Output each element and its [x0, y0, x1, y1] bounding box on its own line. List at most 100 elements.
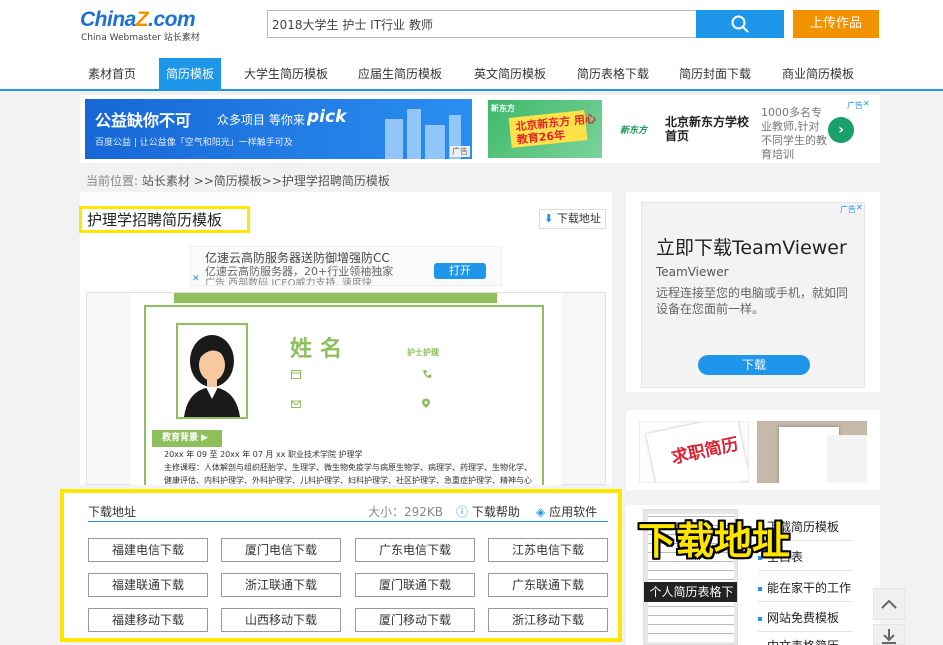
- resume-section-education: 教育背景 ▶: [152, 430, 222, 447]
- search-input[interactable]: 2018大学生 护士 IT行业 教师: [267, 10, 697, 38]
- resume-preview[interactable]: 姓名 护士护理 教育背景 ▶ 20xx 年 09 至 20xx 年 07 月 x…: [130, 293, 562, 485]
- download-heading: 下载地址: [88, 505, 137, 519]
- upload-button[interactable]: 上传作品: [793, 10, 879, 38]
- nav-item-resume-table[interactable]: 简历表格下载: [569, 58, 657, 91]
- xdf-logo: 新东方: [620, 126, 648, 136]
- download-mirror-button[interactable]: 厦门联通下载: [355, 573, 475, 597]
- download-mirror-button[interactable]: 厦门移动下载: [355, 608, 475, 632]
- divider: [758, 570, 853, 571]
- phone-icon: [423, 370, 432, 378]
- breadcrumb-path[interactable]: 站长素材 >>简历模板>>护理学招聘简历模板: [142, 174, 390, 188]
- ad-thumbnail: 新东方 北京新东方 用心教育26年: [488, 100, 602, 158]
- download-overlay-label: 下载地址: [638, 519, 791, 563]
- nav-item-college-resume[interactable]: 大学生简历模板: [236, 58, 336, 91]
- ad-tagline: 百度公益 | 让公益像「空气和阳光」一样触手可及: [95, 138, 293, 148]
- nav-item-english-resume[interactable]: 英文简历模板: [466, 58, 554, 91]
- logo-brand: ChinaZ.com: [80, 8, 196, 31]
- xdf-ad-banner[interactable]: 新东方 北京新东方 用心教育26年 新东方 北京新东方学校首页 1000多名专业…: [487, 99, 874, 161]
- download-anchor-link[interactable]: ⬇ 下载地址: [539, 209, 606, 229]
- download-arrow-icon: ⬇: [544, 212, 554, 225]
- back-to-top-button[interactable]: [873, 588, 905, 620]
- avatar: [176, 323, 248, 419]
- ad-tag: 广告: [450, 146, 470, 157]
- resume-row: 主修课程：人体解剖与组织胚胎学、生理学、微生物免疫学与病原生物学、病理学、药理学…: [164, 463, 532, 472]
- cloud-server-ad[interactable]: 亿速云高防服务器送防御增强防CC 亿速云高防服务器，20+行业领袖独家 广告 西…: [190, 246, 502, 286]
- thumb-page: [827, 435, 867, 483]
- help-icon: ⓘ: [456, 505, 469, 519]
- side-download-button[interactable]: [873, 624, 905, 645]
- main-nav: 素材首页 简历模板 大学生简历模板 应届生简历模板 英文简历模板 简历表格下载 …: [0, 55, 943, 91]
- related-template-thumb[interactable]: [757, 421, 867, 483]
- download-mirror-button[interactable]: 浙江联通下载: [221, 573, 341, 597]
- nav-item-graduate-resume[interactable]: 应届生简历模板: [350, 58, 450, 91]
- charity-ad-banner[interactable]: 公益缺你不可 众多项目 等你来 pick 百度公益 | 让公益像「空气和阳光」一…: [85, 99, 472, 159]
- download-help-link[interactable]: ⓘ 下载帮助: [456, 503, 520, 520]
- related-link[interactable]: 中文表格简历: [758, 637, 839, 645]
- related-image-caption: 个人简历表格下: [644, 582, 737, 602]
- resume-job-title: 护士护理: [407, 348, 439, 357]
- teamviewer-ad[interactable]: 广告 ✕ 立即下载TeamViewer TeamViewer 远程连接至您的电脑…: [641, 202, 865, 388]
- download-mirror-button[interactable]: 福建电信下载: [88, 538, 208, 562]
- resume-row: 健康评估、内科护理学、外科护理学、儿科护理学、妇科护理学、社区护理学、急重症护理…: [164, 476, 532, 485]
- download-mirror-button[interactable]: 福建联通下载: [88, 573, 208, 597]
- download-panel: 下载地址 大小：292KB ⓘ 下载帮助 ◈ 应用软件 福建电信下载 厦门电信下…: [60, 489, 622, 642]
- download-mirror-button[interactable]: 广东电信下载: [355, 538, 475, 562]
- resume-name: 姓名: [290, 337, 351, 362]
- ad-brand: pick: [307, 107, 347, 127]
- download-mirror-button[interactable]: 山西移动下载: [221, 608, 341, 632]
- resume-row: 20xx 年 09 至 20xx 年 07 月 xx 职业技术学院 护理学: [164, 450, 363, 459]
- download-anchor-label: 下载地址: [556, 212, 601, 225]
- download-mirror-button[interactable]: 厦门电信下载: [221, 538, 341, 562]
- download-mirror-button[interactable]: 广东联通下载: [488, 573, 608, 597]
- open-button[interactable]: 打开: [434, 263, 486, 279]
- thumb-page: 求职简历: [646, 422, 748, 482]
- mail-icon: [291, 400, 301, 408]
- divider: [88, 521, 608, 522]
- chevron-right-icon[interactable]: ›: [828, 117, 854, 143]
- search-button[interactable]: [696, 10, 784, 38]
- ad-tag: 广告: [847, 101, 863, 110]
- nav-item-resume-templates[interactable]: 简历模板: [159, 58, 221, 91]
- calendar-icon: [291, 370, 301, 379]
- download-mirror-button[interactable]: 江苏电信下载: [488, 538, 608, 562]
- ad-tag: 广告: [840, 205, 856, 214]
- download-mirror-button[interactable]: 浙江移动下载: [488, 608, 608, 632]
- thumb-logo: 新东方: [491, 104, 515, 113]
- related-link[interactable]: 能在家干的工作: [758, 579, 851, 596]
- ad-title: 公益缺你不可: [95, 111, 192, 130]
- ad-download-button[interactable]: 下载: [698, 355, 810, 375]
- ad-description: 远程连接至您的电脑或手机，就如同设备在您面前一样。: [656, 286, 849, 316]
- search-icon: [731, 15, 749, 33]
- ad-description: 1000多名专业教师,针对不同学生的教育培训: [761, 106, 827, 161]
- breadcrumb: 当前位置: 站长素材 >>简历模板>>护理学招聘简历模板: [86, 172, 390, 189]
- building-graphic: [425, 125, 445, 159]
- resume-top-bar: [174, 293, 497, 303]
- ad-subtitle: 众多项目 等你来: [217, 113, 305, 127]
- page-title: 护理学招聘简历模板: [79, 206, 250, 233]
- download-icon: [882, 629, 896, 644]
- building-graphic: [385, 119, 403, 159]
- close-icon[interactable]: ✕: [863, 99, 870, 108]
- divider: [758, 631, 853, 632]
- related-template-thumb[interactable]: 求职简历: [639, 421, 749, 483]
- ad-brand: TeamViewer: [656, 265, 729, 279]
- download-mirror-button[interactable]: 福建移动下载: [88, 608, 208, 632]
- package-icon: ◈: [536, 505, 546, 519]
- divider: [758, 601, 853, 602]
- file-size: 大小：292KB: [368, 505, 444, 519]
- ad-headline: 立即下载TeamViewer: [656, 237, 847, 259]
- nav-item-business-resume[interactable]: 商业简历模板: [774, 58, 862, 91]
- chevron-up-icon: [881, 599, 897, 609]
- ad-title: 北京新东方学校首页: [665, 115, 750, 143]
- thumb-title: 求职简历: [669, 434, 741, 469]
- close-icon[interactable]: ✕: [856, 203, 863, 212]
- close-icon[interactable]: ✕: [192, 274, 200, 284]
- logo-subtitle: China Webmaster 站长素材: [81, 33, 200, 43]
- nav-item-home[interactable]: 素材首页: [80, 58, 144, 91]
- nav-item-resume-cover[interactable]: 简历封面下载: [671, 58, 759, 91]
- site-logo[interactable]: ChinaZ.com China Webmaster 站长素材: [80, 8, 205, 43]
- location-icon: [422, 398, 430, 408]
- app-software-link[interactable]: ◈ 应用软件: [536, 503, 597, 520]
- breadcrumb-label: 当前位置:: [86, 174, 139, 188]
- related-link[interactable]: 网站免费模板: [758, 609, 839, 626]
